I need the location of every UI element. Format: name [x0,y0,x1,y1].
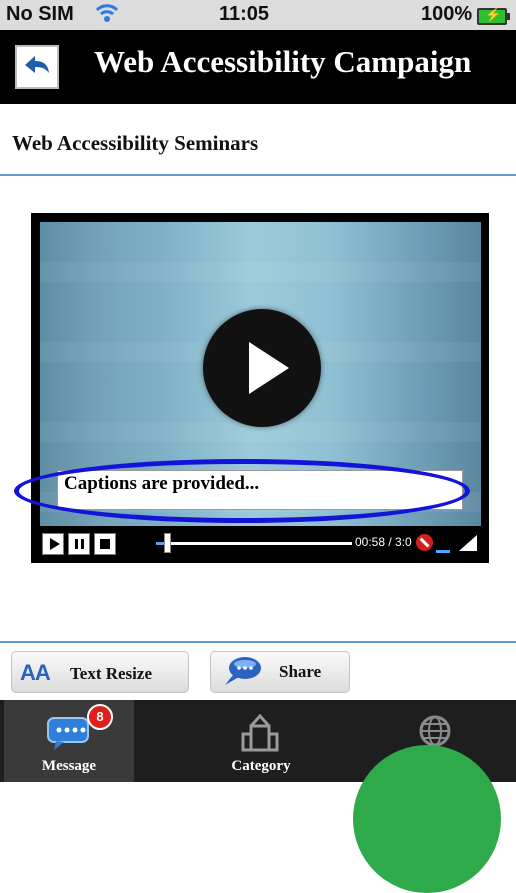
tab-label: Message [41,758,97,774]
progress-bar[interactable] [156,542,352,545]
play-overlay-icon[interactable] [203,309,321,427]
divider [0,174,516,176]
page-title: Web Accessibility Seminars [12,131,259,155]
video-controls: 00:58 / 3:0 [40,529,481,559]
wifi-icon [95,2,119,30]
share-icon [219,655,263,689]
tab-label: Category [231,758,291,774]
carrier-label: No SIM [6,3,74,25]
fullscreen-icon[interactable] [459,535,477,551]
app-title: Web Accessibility Campaign [94,44,472,79]
battery-icon: ⚡ [477,7,510,25]
divider [0,641,516,643]
text-resize-button[interactable]: AA Text Resize [11,651,189,693]
back-arrow-icon [23,53,51,82]
mute-icon[interactable] [416,534,433,551]
message-icon [46,714,92,757]
share-button[interactable]: Share [210,651,350,693]
time-readout: 00:58 / 3:0 [355,535,412,549]
caption-highlight-ellipse [14,459,470,523]
progress-fill [156,542,164,545]
unread-badge: 8 [87,704,113,730]
category-icon [241,713,279,759]
play-icon[interactable] [42,533,64,555]
status-bar: No SIM 11:05 100% ⚡ [0,0,516,30]
progress-scrubber[interactable] [164,533,171,553]
battery-percent: 100% [421,3,473,25]
volume-icon[interactable] [436,535,458,553]
stop-icon[interactable] [94,533,116,555]
tab-category[interactable]: Category [196,700,326,782]
app-header: Web Accessibility Campaign [0,30,516,104]
share-label: Share [279,662,322,681]
text-resize-icon: AA [20,660,51,685]
status-time: 11:05 [219,3,270,25]
back-button[interactable] [15,45,59,89]
tab-message[interactable]: 8 Message [4,700,134,782]
text-resize-label: Text Resize [70,664,152,683]
pause-icon[interactable] [68,533,90,555]
overlay-circle [353,745,501,893]
